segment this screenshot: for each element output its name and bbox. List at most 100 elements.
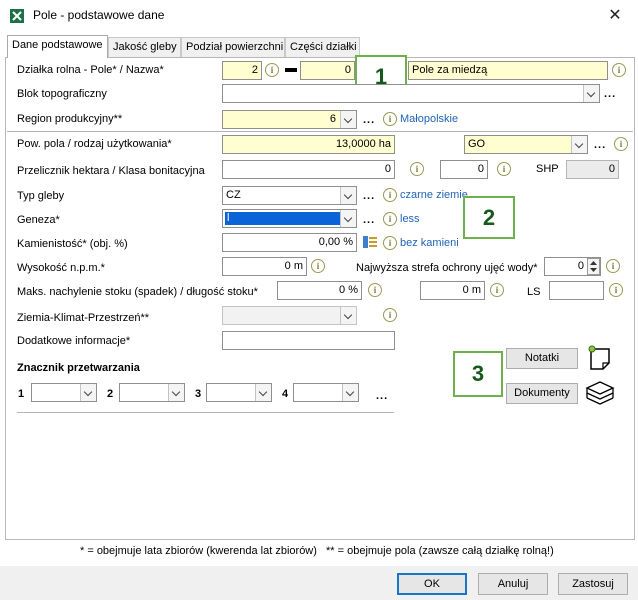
ok-button[interactable]: OK [397,573,467,595]
info-icon[interactable]: i [383,188,397,202]
usage-more-button[interactable]: ... [594,139,606,151]
dash-separator [285,68,297,72]
region-value: 6 [329,113,336,125]
zkp-label: Ziemia-Klimat-Przestrzeń** [17,312,150,324]
info-icon[interactable]: i [383,236,397,250]
dokumenty-button[interactable]: Dokumenty [506,383,578,404]
info-icon[interactable]: i [311,259,325,273]
dodatkowe-label: Dodatkowe informacje* [17,335,131,347]
info-icon[interactable]: i [368,283,382,297]
window-title: Pole - podstawowe dane [33,8,165,22]
callout-3: 3 [453,351,503,397]
separator [7,131,633,132]
info-icon[interactable]: i [383,112,397,126]
dzialka-number-field[interactable]: 2 [222,61,262,80]
info-icon[interactable]: i [383,212,397,226]
blok-combo[interactable] [222,84,600,103]
tab-dane-podstawowe[interactable]: Dane podstawowe [7,35,108,58]
znacznik-slot-3-combo[interactable] [206,383,272,402]
info-icon[interactable]: i [410,162,424,176]
typ-gleby-more-button[interactable]: ... [363,190,375,202]
info-icon[interactable]: i [606,259,620,273]
chevron-down-icon[interactable] [342,384,358,401]
dlugosc-stoku-field[interactable]: 0 m [420,281,485,300]
documents-icon[interactable] [584,378,616,410]
region-link[interactable]: Małopolskie [400,113,458,125]
strefa-value: 0 [577,260,584,272]
geneza-more-button[interactable]: ... [363,214,375,226]
wysokosc-label: Wysokość n.p.m.* [17,262,105,274]
region-more-button[interactable]: ... [363,114,375,126]
chevron-down-icon[interactable] [168,384,184,401]
footnote-left: * = obejmuje lata zbiorów (kwerenda lat … [80,545,317,557]
wysokosc-field[interactable]: 0 m [222,257,307,276]
dodatkowe-field[interactable] [222,331,395,350]
info-icon[interactable]: i [497,162,511,176]
chevron-down-icon[interactable] [340,111,356,128]
znacznik-slot-3-label: 3 [195,388,202,400]
close-window-button[interactable]: ✕ [604,6,626,26]
region-combo[interactable]: 6 [222,110,357,129]
typ-gleby-combo[interactable]: CZ [222,186,357,205]
pow-field[interactable]: 13,0000 ha [222,135,395,154]
chevron-down-icon[interactable] [583,85,599,102]
pole-number-field[interactable]: 0 [300,61,355,80]
chevron-down-icon[interactable] [340,210,356,227]
dzialka-label: Działka rolna - Pole* / Nazwa* [17,64,164,76]
nachylenie-field[interactable]: 0 % [277,281,362,300]
shp-label: SHP [536,163,559,175]
znacznik-title: Znacznik przetwarzania [17,362,140,374]
apply-button[interactable]: Zastosuj [558,573,628,595]
znacznik-slot-1-combo[interactable] [31,383,97,402]
chevron-down-icon[interactable] [255,384,271,401]
geneza-link[interactable]: less [400,213,420,225]
znacznik-slot-2-combo[interactable] [119,383,185,402]
zkp-combo[interactable] [222,306,357,325]
geneza-combo[interactable]: l [222,209,357,228]
info-icon[interactable]: i [614,137,628,151]
tab-jakosc-gleby[interactable]: Jakość gleby [108,37,181,57]
ls-label: LS [527,286,541,298]
nachylenie-label: Maks. nachylenie stoku (spadek) / długoś… [17,286,258,298]
chevron-down-icon[interactable] [340,307,356,324]
znacznik-slot-4-combo[interactable] [293,383,359,402]
typ-gleby-value: CZ [226,189,241,201]
znacznik-more-button[interactable]: ... [376,390,388,402]
note-icon[interactable] [586,343,614,371]
notatki-button[interactable]: Notatki [506,348,578,369]
typ-gleby-link[interactable]: czarne ziemie [400,189,468,201]
usage-value: GO [468,138,486,150]
chevron-down-icon[interactable] [80,384,96,401]
znacznik-separator [17,412,394,413]
info-icon[interactable]: i [609,283,623,297]
usage-combo[interactable]: GO [464,135,588,154]
chevron-down-icon[interactable] [340,187,356,204]
excel-app-icon [10,9,24,23]
przelicznik-label: Przelicznik hektara / Klasa bonitacyjna [17,165,205,177]
info-icon[interactable]: i [490,283,504,297]
tab-podzial-powierzchni[interactable]: Podział powierzchni [181,37,285,57]
shp-field: 0 [566,160,619,179]
blok-more-button[interactable]: ... [604,88,616,100]
info-icon[interactable]: i [612,63,626,77]
stones-list-icon[interactable] [362,234,378,250]
strefa-label: Najwyższa strefa ochrony ujęć wody* [356,262,538,274]
pow-label: Pow. pola / rodzaj użytkowania* [17,138,172,150]
tab-czesci-dzialki[interactable]: Części działki [285,37,360,57]
ls-field[interactable] [549,281,604,300]
znacznik-slot-2-label: 2 [107,388,114,400]
klasa-field[interactable]: 0 [440,160,488,179]
chevron-down-icon[interactable] [571,136,587,153]
geneza-value: l [225,212,340,225]
strefa-spinner[interactable] [587,258,600,275]
title-bar: Pole - podstawowe dane ✕ [0,0,638,32]
znacznik-slot-1-label: 1 [18,388,25,400]
info-icon[interactable]: i [383,308,397,322]
kamienistosc-link[interactable]: bez kamieni [400,237,459,249]
przelicznik-field[interactable]: 0 [222,160,395,179]
pole-name-field[interactable]: Pole za miedzą [408,61,608,80]
info-icon[interactable]: i [265,63,279,77]
kamienistosc-field[interactable]: 0,00 % [222,233,357,252]
cancel-button[interactable]: Anuluj [478,573,548,595]
footnote-right: ** = obejmuje pola (zawsze całą działkę … [326,545,554,557]
